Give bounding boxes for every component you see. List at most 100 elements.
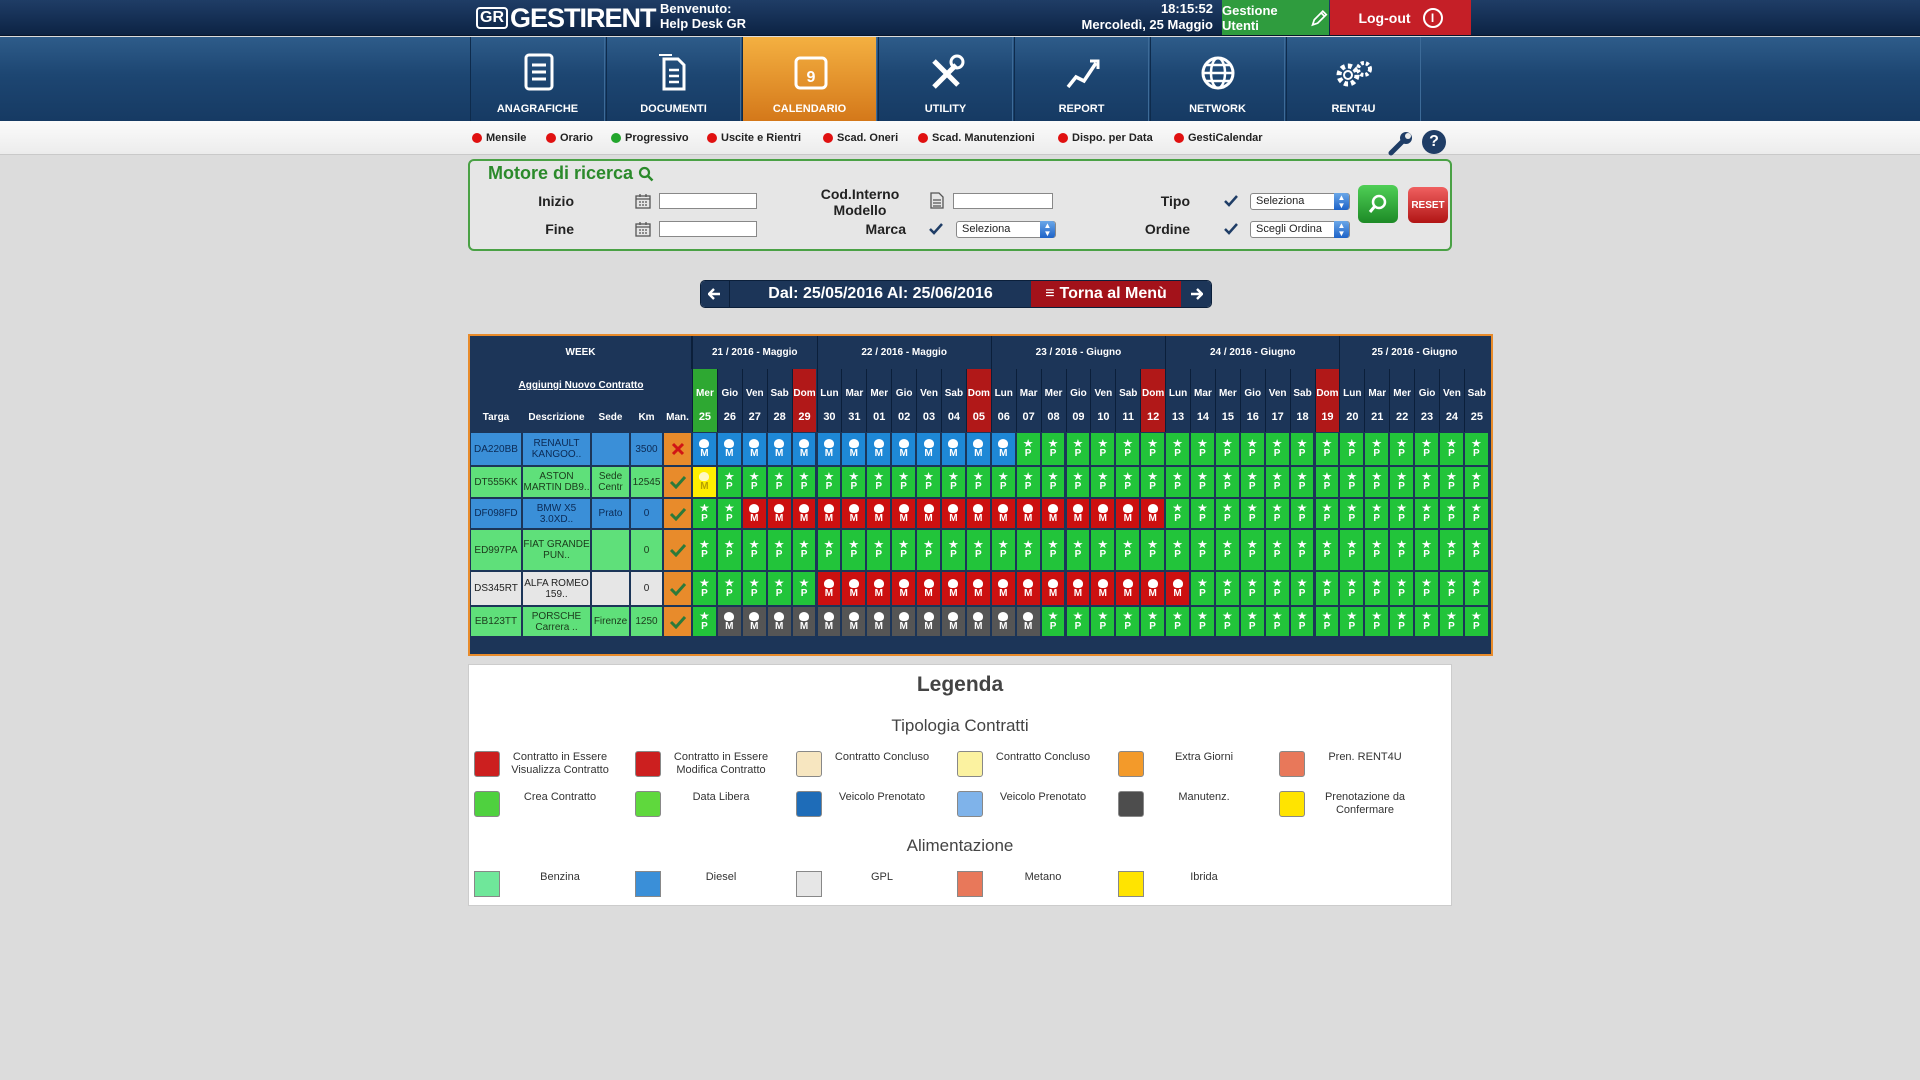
calendar-cell[interactable]: M xyxy=(990,571,1016,606)
calendar-cell[interactable]: M xyxy=(1165,571,1190,606)
subnav-progressivo[interactable]: Progressivo xyxy=(611,132,689,144)
subnav-scad-manutenzioni[interactable]: Scad. Manutenzioni xyxy=(918,132,1035,144)
calendar-cell[interactable]: M xyxy=(916,606,941,637)
calendar-cell[interactable]: P xyxy=(1314,606,1340,637)
calendar-cell[interactable]: P xyxy=(1314,432,1340,466)
calendar-cell[interactable]: M xyxy=(816,432,842,466)
calendar-cell[interactable]: P xyxy=(1289,606,1315,637)
calendar-cell[interactable]: M xyxy=(1040,571,1066,606)
calendar-cell[interactable]: M xyxy=(891,432,917,466)
calendar-cell[interactable]: P xyxy=(1264,498,1290,529)
calendar-cell[interactable]: P xyxy=(990,466,1016,498)
maintenance-status[interactable] xyxy=(663,498,692,529)
help-icon[interactable]: ? xyxy=(1422,130,1446,154)
calendar-cell[interactable]: P xyxy=(891,529,917,571)
calendar-cell[interactable]: P xyxy=(1190,432,1215,466)
calendar-cell[interactable]: P xyxy=(891,466,917,498)
calendar-cell[interactable]: P xyxy=(1364,432,1390,466)
calendar-cell[interactable]: M xyxy=(1140,498,1166,529)
next-arrow-button[interactable] xyxy=(1181,281,1211,307)
calendar-cell[interactable]: M xyxy=(841,571,867,606)
calendar-cell[interactable]: M xyxy=(692,466,717,498)
ordine-select[interactable]: Scegli Ordina ▲ ▼ xyxy=(1250,221,1350,238)
calendar-cell[interactable]: P xyxy=(1339,466,1365,498)
calendar-cell[interactable]: P xyxy=(1289,571,1315,606)
calendar-cell[interactable]: P xyxy=(741,571,767,606)
calendar-cell[interactable]: P xyxy=(1289,529,1315,571)
calendar-cell[interactable]: M xyxy=(841,498,867,529)
calendar-cell[interactable]: P xyxy=(1389,606,1415,637)
calendar-cell[interactable]: P xyxy=(866,529,892,571)
calendar-cell[interactable]: M xyxy=(990,498,1016,529)
calendar-cell[interactable]: P xyxy=(1264,571,1290,606)
calendar-cell[interactable]: P xyxy=(1040,606,1066,637)
vehicle-targa[interactable]: DT555KK xyxy=(470,466,522,498)
calendar-cell[interactable]: M xyxy=(1040,498,1066,529)
calendar-cell[interactable]: M xyxy=(741,606,767,637)
calendar-cell[interactable]: P xyxy=(816,466,842,498)
maintenance-status[interactable] xyxy=(663,571,692,606)
calendar-cell[interactable]: P xyxy=(1190,571,1215,606)
calendar-cell[interactable]: P xyxy=(1414,466,1439,498)
calendar-cell[interactable]: P xyxy=(1339,432,1365,466)
calendar-cell[interactable]: M xyxy=(866,606,892,637)
calendar-cell[interactable]: P xyxy=(692,571,717,606)
calendar-cell[interactable]: M xyxy=(791,498,817,529)
calendar-cell[interactable]: P xyxy=(1339,498,1365,529)
calendar-cell[interactable]: P xyxy=(1463,606,1489,637)
calendar-cell[interactable]: M xyxy=(1090,571,1116,606)
calendar-cell[interactable]: M xyxy=(916,432,941,466)
calendar-cell[interactable]: M xyxy=(766,498,792,529)
calendar-cell[interactable]: M xyxy=(716,606,742,637)
calendar-cell[interactable]: M xyxy=(766,432,792,466)
calendar-cell[interactable]: P xyxy=(1463,466,1489,498)
calendar-cell[interactable]: P xyxy=(1439,606,1464,637)
calendar-cell[interactable]: P xyxy=(941,529,966,571)
calendar-cell[interactable]: P xyxy=(1364,466,1390,498)
calendar-cell[interactable]: P xyxy=(1115,606,1141,637)
calendar-cell[interactable]: M xyxy=(1015,606,1041,637)
calendar-cell[interactable]: P xyxy=(965,529,991,571)
calendar-cell[interactable]: M xyxy=(916,498,941,529)
calendar-cell[interactable]: P xyxy=(1439,466,1464,498)
calendar-cell[interactable]: P xyxy=(1364,606,1390,637)
calendar-cell[interactable]: P xyxy=(766,571,792,606)
calendar-cell[interactable]: M xyxy=(990,606,1016,637)
prev-arrow-button[interactable] xyxy=(701,281,729,307)
calendar-cell[interactable]: P xyxy=(1463,571,1489,606)
calendar-cell[interactable]: P xyxy=(766,529,792,571)
calendar-cell[interactable]: P xyxy=(1090,529,1116,571)
nav-report[interactable]: REPORT xyxy=(1014,37,1149,121)
calendar-cell[interactable]: P xyxy=(1414,606,1439,637)
calendar-cell[interactable]: P xyxy=(1314,466,1340,498)
marca-select[interactable]: Seleziona ▲ ▼ xyxy=(956,221,1056,238)
calendar-cell[interactable]: P xyxy=(741,466,767,498)
calendar-icon-inizio[interactable] xyxy=(635,194,651,209)
calendar-cell[interactable]: P xyxy=(1165,529,1190,571)
reset-button[interactable]: RESET xyxy=(1408,187,1448,223)
calendar-cell[interactable]: P xyxy=(1364,498,1390,529)
calendar-cell[interactable]: P xyxy=(1439,571,1464,606)
calendar-cell[interactable]: P xyxy=(1389,571,1415,606)
calendar-cell[interactable]: P xyxy=(1214,606,1240,637)
calendar-cell[interactable]: M xyxy=(816,606,842,637)
calendar-cell[interactable]: P xyxy=(916,529,941,571)
nav-calendario[interactable]: 9 CALENDARIO xyxy=(742,37,877,121)
calendar-cell[interactable]: P xyxy=(1015,529,1041,571)
calendar-cell[interactable]: M xyxy=(891,606,917,637)
calendar-cell[interactable]: M xyxy=(965,498,991,529)
calendar-cell[interactable]: M xyxy=(841,432,867,466)
gestione-utenti-button[interactable]: Gestione Utenti xyxy=(1222,0,1329,35)
calendar-cell[interactable]: P xyxy=(1339,529,1365,571)
calendar-cell[interactable]: P xyxy=(1190,529,1215,571)
calendar-cell[interactable]: P xyxy=(1214,571,1240,606)
calendar-cell[interactable]: P xyxy=(716,529,742,571)
vehicle-targa[interactable]: DF098FD xyxy=(470,498,522,529)
calendar-cell[interactable]: P xyxy=(1339,571,1365,606)
calendar-cell[interactable]: M xyxy=(741,432,767,466)
calendar-cell[interactable]: P xyxy=(1165,498,1190,529)
calendar-cell[interactable]: M xyxy=(941,606,966,637)
calendar-cell[interactable]: P xyxy=(916,466,941,498)
calendar-cell[interactable]: P xyxy=(1015,466,1041,498)
calendar-cell[interactable]: P xyxy=(1015,432,1041,466)
